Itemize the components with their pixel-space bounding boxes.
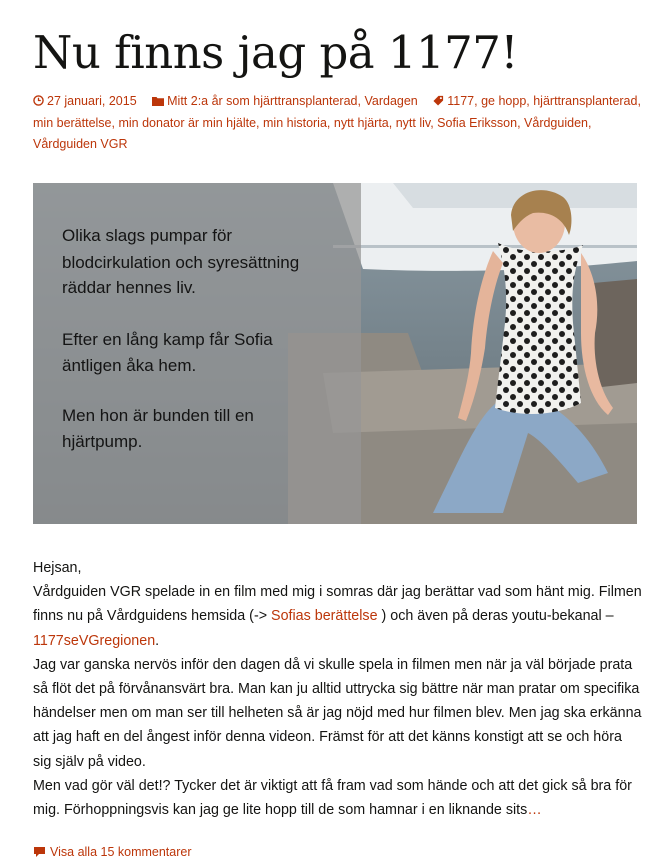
tag-link[interactable]: nytt liv: [396, 116, 431, 130]
post-meta: 27 januari, 2015 Mitt 2:a år som hjärttr…: [33, 91, 643, 156]
paragraph: Vårdguiden VGR spelade in en film med mi…: [33, 580, 643, 653]
tag-link[interactable]: 1177: [447, 94, 474, 108]
paragraph-text: ) och även på deras youtu-bekanal –: [377, 608, 614, 625]
tag-link[interactable]: min berättelse: [33, 116, 112, 130]
paragraph-text: .: [155, 632, 160, 649]
date-meta: 27 januari, 2015: [33, 94, 140, 108]
view-comments-link[interactable]: Visa alla 15 kommentarer: [50, 845, 192, 859]
post-content: Hejsan, Vårdguiden VGR spelade in en fil…: [33, 556, 643, 822]
tag-icon: [433, 95, 444, 106]
tag-link[interactable]: nytt hjärta: [334, 116, 389, 130]
category-link[interactable]: Vardagen: [364, 94, 417, 108]
tag-link[interactable]: Vårdguiden VGR: [33, 137, 128, 151]
post-title: Nu finns jag på 1177!: [33, 26, 519, 79]
categories-meta: Mitt 2:a år som hjärttransplanterad, Var…: [152, 94, 421, 108]
youtube-channel-link[interactable]: 1177seVGregionen: [33, 633, 155, 649]
paragraph-text: Men vad gör väl det!? Tycker det är vikt…: [33, 777, 632, 819]
tag-link[interactable]: min donator är min hjälte: [118, 116, 256, 130]
caption-line: Efter en lång kamp får Sofia: [62, 330, 273, 349]
caption-line: räddar hennes liv.: [62, 278, 196, 297]
paragraph: Men vad gör väl det!? Tycker det är vikt…: [33, 774, 643, 822]
read-more-link[interactable]: …: [527, 802, 541, 818]
tag-link[interactable]: hjärttransplanterad: [533, 94, 637, 108]
category-link[interactable]: Mitt 2:a år som hjärttransplanterad: [167, 94, 357, 108]
clock-icon: [33, 95, 44, 106]
video-still-image[interactable]: Olika slags pumpar för blodcirkulation o…: [33, 183, 637, 524]
comment-icon: [34, 847, 45, 857]
caption-line: Olika slags pumpar för: [62, 226, 233, 245]
caption-line: äntligen åka hem.: [62, 356, 197, 375]
tag-link[interactable]: Sofia Eriksson: [437, 116, 517, 130]
caption-overlay: Olika slags pumpar för blodcirkulation o…: [33, 183, 361, 524]
tag-link[interactable]: min historia: [263, 116, 327, 130]
caption-line: blodcirkulation och syresättning: [62, 253, 300, 272]
caption-line: hjärtpump.: [62, 432, 143, 451]
paragraph: Jag var ganska nervös inför den dagen då…: [33, 656, 642, 770]
tag-link[interactable]: ge hopp: [481, 94, 526, 108]
folder-icon: [152, 97, 165, 106]
sofias-berattelse-link[interactable]: Sofias berättelse: [271, 608, 378, 624]
caption-line: Men hon är bunden till en: [62, 406, 254, 425]
comments-link-row: Visa alla 15 kommentarer: [33, 843, 192, 861]
tag-link[interactable]: Vårdguiden: [524, 116, 588, 130]
post-date-link[interactable]: 27 januari, 2015: [47, 94, 137, 108]
greeting-text: Hejsan,: [33, 560, 82, 576]
